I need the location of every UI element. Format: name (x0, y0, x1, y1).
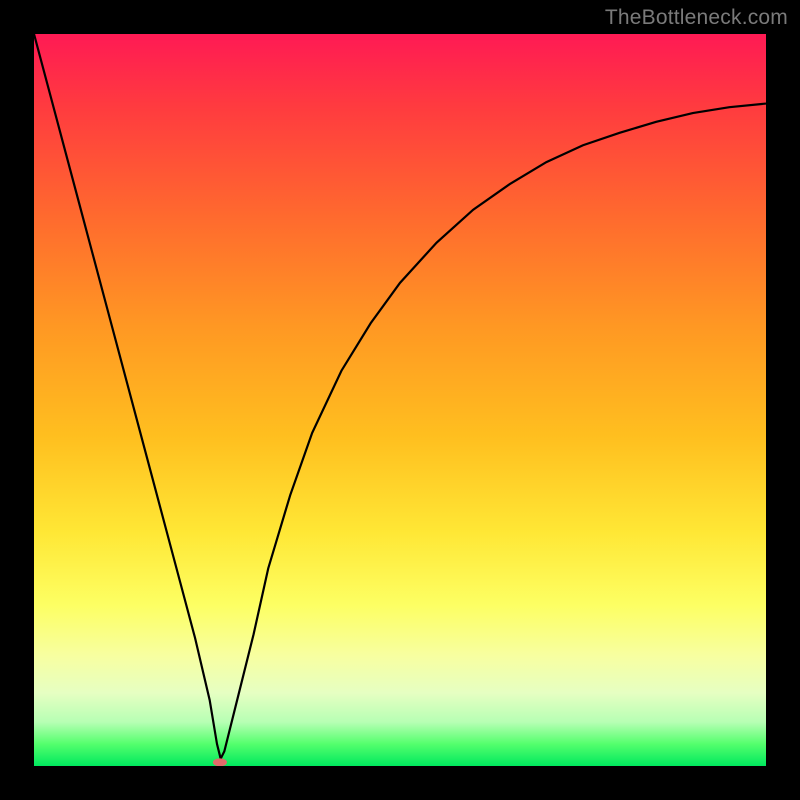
chart-frame: TheBottleneck.com (0, 0, 800, 800)
minimum-marker (213, 758, 227, 766)
watermark-text: TheBottleneck.com (605, 6, 788, 30)
plot-area (34, 34, 766, 766)
bottleneck-curve (34, 34, 766, 766)
curve-path (34, 34, 766, 759)
